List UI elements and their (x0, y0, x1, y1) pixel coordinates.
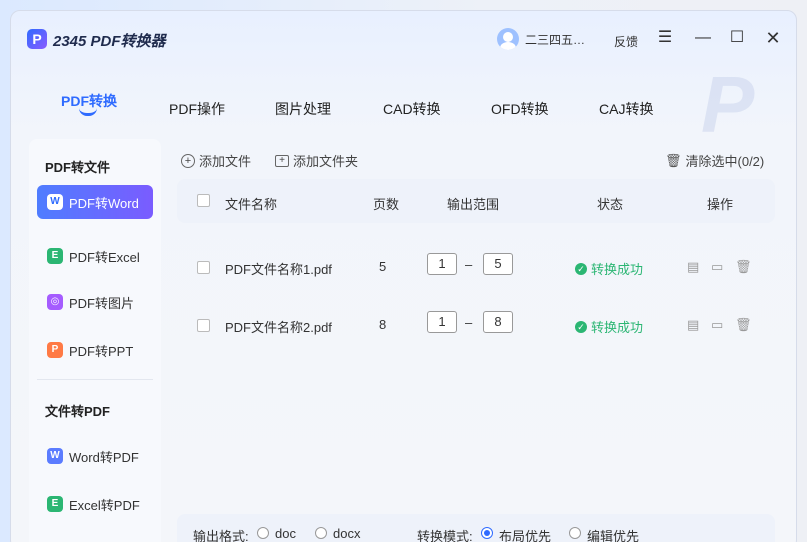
username[interactable]: 二三四五… (525, 31, 585, 48)
range-separator: – (465, 315, 473, 330)
avatar-icon[interactable] (497, 28, 519, 50)
close-icon[interactable]: ✕ (763, 28, 783, 48)
sidebar-item-label: PDF转图片 (69, 295, 135, 311)
sidebar-item-pdf-to-word[interactable]: W PDF转Word (37, 185, 153, 219)
row-checkbox[interactable] (197, 261, 210, 274)
status-text: 转换成功 (591, 320, 644, 335)
page-count: 5 (379, 259, 387, 274)
mode-edit-radio[interactable] (569, 527, 581, 539)
app-logo-icon: P (27, 29, 47, 49)
main-tabs: PDF转换 PDF操作 图片处理 CAD转换 OFD转换 CAJ转换 (11, 71, 796, 131)
format-docx-radio[interactable] (315, 527, 327, 539)
output-format-label: 输出格式: (193, 529, 249, 542)
sidebar-item-label: Word转PDF (69, 449, 139, 465)
sidebar-item-word-to-pdf[interactable]: W Word转PDF (37, 439, 153, 473)
range-separator: – (465, 257, 473, 272)
add-folder-button[interactable]: + 添加文件夹 (275, 151, 358, 170)
sidebar-item-pdf-to-excel[interactable]: E PDF转Excel (37, 239, 153, 273)
format-doc-label[interactable]: doc (275, 526, 296, 541)
excel-icon: E (47, 496, 63, 512)
sidebar-item-label: PDF转PPT (69, 343, 134, 359)
open-file-icon[interactable]: ▤ (687, 317, 699, 333)
table-row[interactable]: PDF文件名称1.pdf 5 1 – 5 ✓ 转换成功 ▤ ▭ 🗑 (177, 247, 775, 287)
sidebar-item-label: PDF转Word (69, 195, 139, 211)
open-file-icon[interactable]: ▤ (687, 259, 699, 275)
maximize-icon[interactable]: ☐ (727, 28, 747, 48)
delete-icon[interactable]: 🗑 (735, 317, 752, 333)
add-circle-icon: + (181, 153, 195, 168)
success-check-icon: ✓ (575, 262, 587, 275)
col-name: 文件名称 (225, 197, 278, 212)
file-name: PDF文件名称1.pdf (225, 262, 332, 277)
add-file-button[interactable]: + 添加文件 (181, 151, 251, 170)
row-checkbox[interactable] (197, 319, 210, 332)
sidebar-item-pdf-to-image[interactable]: ◎ PDF转图片 (37, 285, 153, 319)
app-title: 2345 PDF转换器 (53, 33, 166, 50)
user-account[interactable]: 二三四五… (497, 28, 585, 50)
titlebar: P 2345 PDF转换器 二三四五… 反馈 ☰ — ☐ ✕ (11, 11, 796, 71)
format-doc-radio[interactable] (257, 527, 269, 539)
convert-mode-label: 转换模式: (417, 529, 473, 542)
trash-icon: 🗑 (665, 152, 682, 168)
add-folder-icon: + (275, 154, 289, 167)
main-panel: + 添加文件 + 添加文件夹 🗑 清除选中(0/2) 文件名称 页数 输出范围 … (171, 139, 781, 542)
tab-cad[interactable]: CAD转换 (383, 99, 441, 119)
sidebar-item-excel-to-pdf[interactable]: E Excel转PDF (37, 487, 153, 521)
delete-icon[interactable]: 🗑 (735, 259, 752, 275)
sidebar-item-label: PDF转Excel (69, 249, 140, 265)
range-from-input[interactable]: 1 (427, 311, 457, 333)
tab-image[interactable]: 图片处理 (275, 99, 331, 119)
tab-pdf-ops[interactable]: PDF操作 (169, 99, 225, 119)
mode-layout-label[interactable]: 布局优先 (499, 526, 551, 542)
tab-caj[interactable]: CAJ转换 (599, 99, 653, 119)
minimize-icon[interactable]: — (693, 28, 713, 48)
feedback-button[interactable]: 反馈 (614, 33, 638, 50)
output-options-bar: 输出格式: doc docx 转换模式: 布局优先 编辑优先 (177, 514, 775, 542)
add-folder-label: 添加文件夹 (293, 154, 359, 169)
app-window: P 2345 PDF转换器 二三四五… 反馈 ☰ — ☐ ✕ P PDF转换 P… (10, 10, 797, 542)
col-ops: 操作 (707, 197, 734, 212)
select-all-checkbox[interactable] (197, 194, 210, 207)
range-to-input[interactable]: 5 (483, 253, 513, 275)
col-pages: 页数 (373, 197, 400, 212)
mode-edit-label[interactable]: 编辑优先 (587, 526, 639, 542)
col-status: 状态 (597, 197, 624, 212)
sidebar: PDF转文件 W PDF转Word E PDF转Excel ◎ PDF转图片 P… (29, 139, 161, 542)
clear-selected-label: 清除选中(0/2) (685, 154, 765, 169)
range-from-input[interactable]: 1 (427, 253, 457, 275)
menu-icon[interactable]: ☰ (655, 28, 675, 48)
sidebar-item-label: Excel转PDF (69, 497, 140, 513)
status-badge: ✓ 转换成功 (575, 259, 643, 278)
excel-icon: E (47, 248, 63, 264)
col-range: 输出范围 (447, 197, 500, 212)
clear-selected-button[interactable]: 🗑 清除选中(0/2) (665, 151, 764, 170)
tab-ofd[interactable]: OFD转换 (491, 99, 549, 119)
add-file-label: 添加文件 (199, 154, 252, 169)
status-text: 转换成功 (591, 262, 644, 277)
open-folder-icon[interactable]: ▭ (711, 259, 723, 275)
sidebar-group-pdf-to-file: PDF转文件 (45, 160, 111, 175)
status-badge: ✓ 转换成功 (575, 317, 643, 336)
table-row[interactable]: PDF文件名称2.pdf 8 1 – 8 ✓ 转换成功 ▤ ▭ 🗑 (177, 305, 775, 345)
sidebar-group-file-to-pdf: 文件转PDF (45, 404, 111, 419)
page-count: 8 (379, 317, 387, 332)
word-icon: W (47, 448, 63, 464)
open-folder-icon[interactable]: ▭ (711, 317, 723, 333)
word-icon: W (47, 194, 63, 210)
success-check-icon: ✓ (575, 320, 587, 333)
table-header: 文件名称 页数 输出范围 状态 操作 (177, 179, 775, 223)
file-name: PDF文件名称2.pdf (225, 320, 332, 335)
sidebar-divider (37, 379, 153, 380)
sidebar-item-pdf-to-ppt[interactable]: P PDF转PPT (37, 333, 153, 367)
range-to-input[interactable]: 8 (483, 311, 513, 333)
format-docx-label[interactable]: docx (333, 526, 360, 541)
image-icon: ◎ (47, 294, 63, 310)
mode-layout-radio[interactable] (481, 527, 493, 539)
ppt-icon: P (47, 342, 63, 358)
